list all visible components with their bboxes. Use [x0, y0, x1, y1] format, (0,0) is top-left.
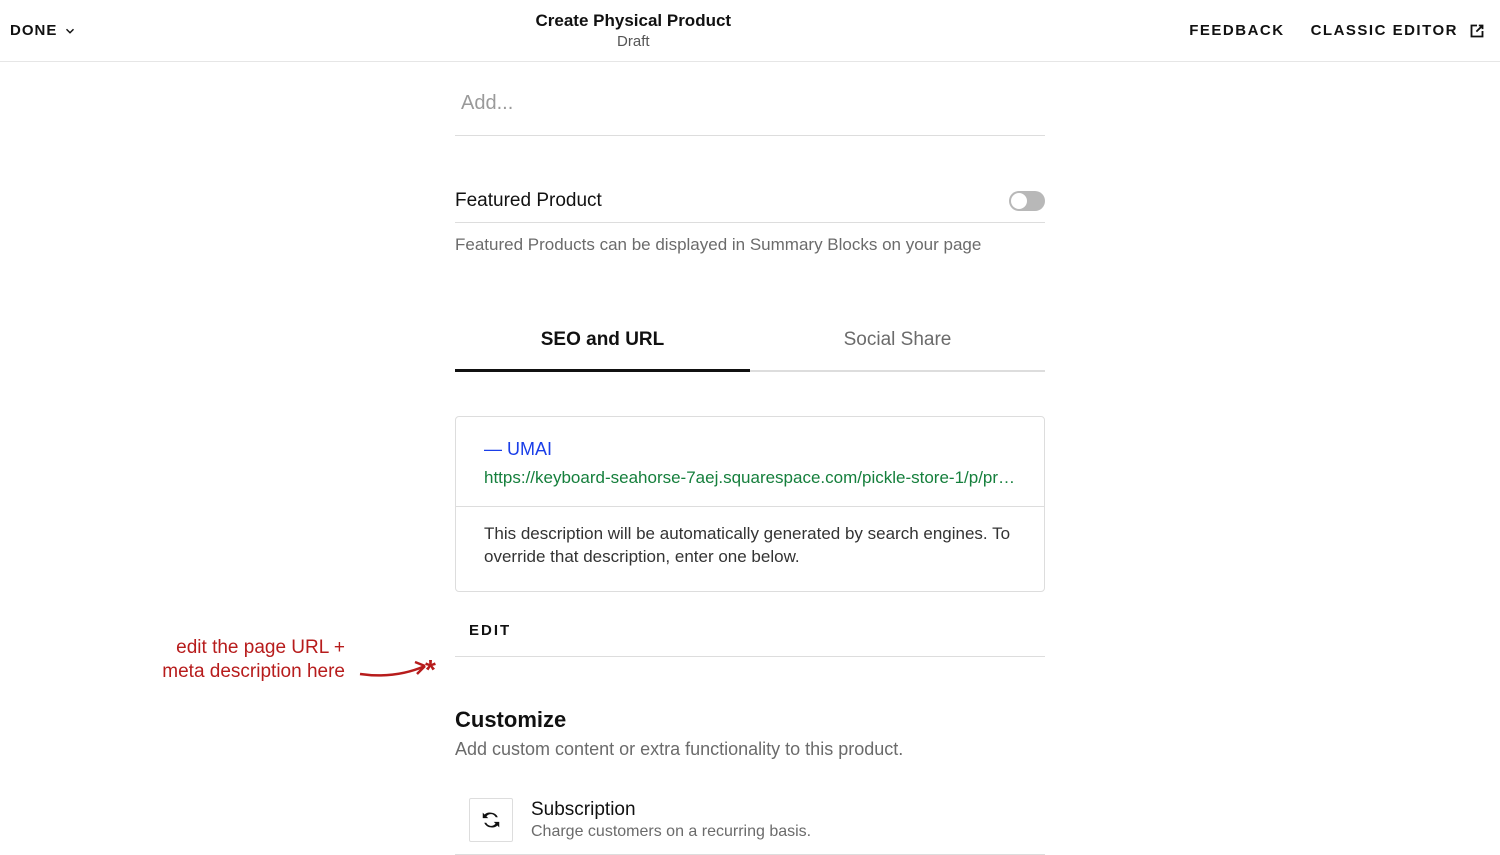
annotation-arrow-icon [355, 654, 435, 684]
featured-label: Featured Product [455, 190, 602, 212]
annotation-line2: meta description here [162, 661, 345, 682]
done-button[interactable]: DONE [10, 22, 77, 39]
annotation-asterisk-icon: * [425, 654, 436, 686]
page-title: Create Physical Product [77, 11, 1189, 31]
refresh-icon [480, 809, 502, 831]
subscription-text: Subscription Charge customers on a recur… [531, 799, 811, 841]
subscription-desc: Charge customers on a recurring basis. [531, 823, 811, 841]
classic-editor-label: CLASSIC EDITOR [1311, 22, 1458, 39]
customize-subheading: Add custom content or extra functionalit… [455, 739, 1045, 760]
divider [456, 506, 1044, 507]
header-right: FEEDBACK CLASSIC EDITOR [1189, 20, 1488, 42]
content-column: Add... Featured Product Featured Product… [455, 82, 1045, 855]
header-center: Create Physical Product Draft [77, 11, 1189, 50]
seo-social-tabs: SEO and URL Social Share [455, 315, 1045, 372]
subscription-icon-box [469, 798, 513, 842]
done-label: DONE [10, 22, 57, 39]
tab-social-share[interactable]: Social Share [750, 315, 1045, 372]
tags-input[interactable]: Add... [455, 82, 1045, 136]
featured-product-row: Featured Product [455, 190, 1045, 223]
seo-edit-row: EDIT [455, 622, 1045, 657]
classic-editor-link[interactable]: CLASSIC EDITOR [1311, 20, 1488, 42]
editor-header: DONE Create Physical Product Draft FEEDB… [0, 0, 1500, 62]
tab-seo-url[interactable]: SEO and URL [455, 315, 750, 372]
customize-heading: Customize [455, 707, 1045, 733]
chevron-down-icon [63, 24, 77, 38]
page-status: Draft [77, 33, 1189, 50]
seo-preview-card: — UMAI https://keyboard-seahorse-7aej.sq… [455, 416, 1045, 592]
seo-preview-title: — UMAI [484, 439, 1016, 460]
annotation-line1: edit the page URL + [176, 637, 345, 658]
seo-preview-description: This description will be automatically g… [484, 523, 1016, 569]
featured-toggle[interactable] [1009, 191, 1045, 211]
featured-description: Featured Products can be displayed in Su… [455, 235, 1045, 255]
external-link-icon [1466, 20, 1488, 42]
edit-button[interactable]: EDIT [469, 622, 511, 639]
toggle-knob [1011, 193, 1027, 209]
subscription-title: Subscription [531, 799, 811, 821]
annotation-text: edit the page URL + meta description her… [145, 636, 345, 684]
seo-preview-url: https://keyboard-seahorse-7aej.squarespa… [484, 468, 1016, 488]
feedback-link[interactable]: FEEDBACK [1189, 22, 1284, 39]
